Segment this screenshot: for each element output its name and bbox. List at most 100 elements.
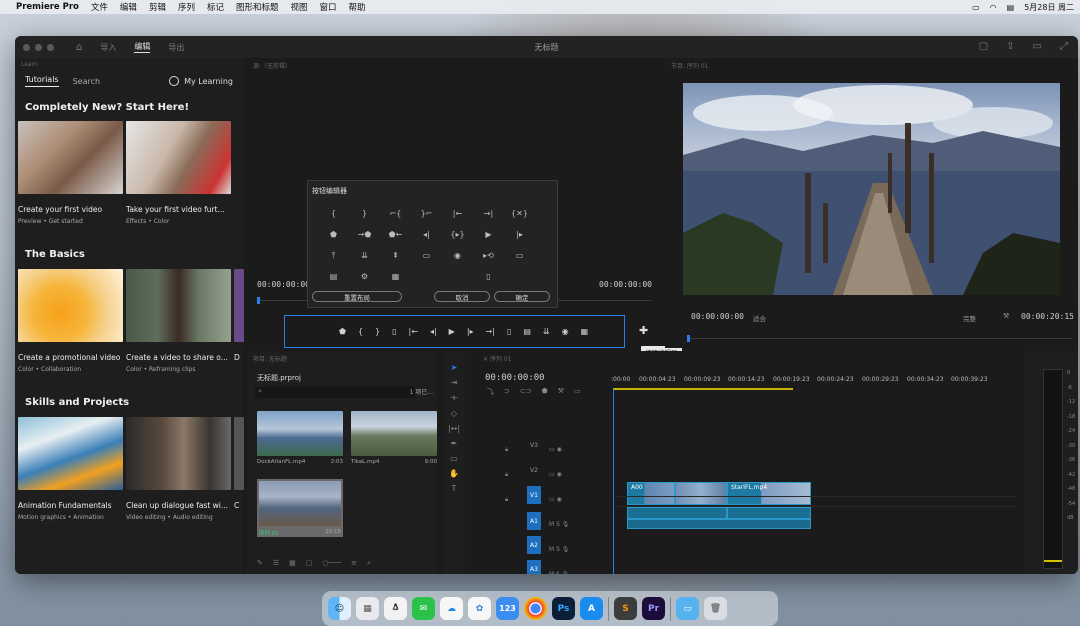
mute-solo-icons[interactable]: M S 🎙︎ [549,537,569,562]
step-back-icon[interactable]: ◂| [411,224,442,245]
track-target-v2[interactable]: V2 [527,461,541,479]
loop-icon[interactable]: ▸⟲ [473,245,504,266]
timeline-timecode[interactable]: 00:00:00:00 [485,373,545,383]
list-view-icon[interactable]: ☰ [273,559,279,568]
ripple-edit-tool-icon[interactable]: ⟛ [450,393,457,403]
trash-icon[interactable]: 🗑︎ [704,597,727,620]
track-target-a3[interactable]: A3 [527,560,541,574]
lock-icon[interactable]: 🔒︎ [505,462,508,487]
clear-out-icon[interactable]: }⌐ [411,203,442,224]
reset-layout-button[interactable]: 重置布局 [312,291,402,302]
ok-button[interactable]: 确定 [494,291,550,302]
playback-resolution-select[interactable]: 完整 [963,313,976,323]
zoom-window-button[interactable] [47,43,54,51]
share-icon[interactable]: ⇪ [1006,41,1014,52]
audio-clip[interactable] [627,507,727,519]
drag-video-icon[interactable]: ▤ [318,266,349,287]
track-target-v1[interactable]: V1 [527,486,541,504]
menu-view[interactable]: 视图 [291,1,308,13]
wifi-icon[interactable]: ◠ [990,3,997,12]
finder-icon[interactable]: ☺ [328,597,351,620]
menu-graphics[interactable]: 图形和标题 [236,1,279,13]
track-select-tool-icon[interactable]: ⇥ [451,378,458,387]
insert-nest-icon[interactable]: ⤵ [487,387,494,397]
chrome-icon[interactable] [524,597,547,620]
button-editor-plus-icon[interactable]: ✚ [639,324,648,337]
menu-help[interactable]: 帮助 [349,1,366,13]
program-scrubber[interactable] [687,335,1072,342]
lock-icon[interactable]: 🔒︎ [505,487,508,512]
snap-icon[interactable]: ⊃ [504,387,510,397]
tab-import[interactable]: 导入 [100,42,116,53]
close-icon[interactable]: ✕ [483,356,490,363]
project-item[interactable]: TikaL.mp4 9:00 [351,411,437,473]
program-monitor-tab[interactable]: 节目: 序列 01 [665,58,1078,70]
battery-icon[interactable]: ▭ [972,3,980,12]
selection-tool-icon[interactable]: ➤ [451,363,458,372]
menu-file[interactable]: 文件 [91,1,108,13]
premiere-icon[interactable]: Pr [642,597,665,620]
cancel-button[interactable]: 取消 [434,291,490,302]
tutorial-card[interactable]: Animation Fundamentals Motion graphics •… [18,417,123,521]
video-clip[interactable]: A00 [627,482,675,505]
go-to-out-icon[interactable]: →| [486,327,495,336]
playhead[interactable] [613,389,614,574]
photoshop-icon[interactable]: Ps [552,597,575,620]
fullscreen-icon[interactable]: ⤢ [1060,41,1068,52]
rectangle-tool-icon[interactable]: ▭ [450,454,458,463]
razor-tool-icon[interactable]: ◇ [451,409,457,418]
my-learning-button[interactable]: My Learning [169,76,233,86]
add-marker-icon[interactable]: ⬟ [318,224,349,245]
time-ruler[interactable]: :00:00 00:00:04:23 00:00:09:23 00:00:14:… [611,376,1010,396]
source-timecode[interactable]: 00:00:00:00 [257,280,310,289]
audio-clip[interactable] [627,519,811,529]
lock-icon[interactable]: 🔒︎ [505,437,508,462]
menubar-datetime[interactable]: 5月28日 周二 [1024,2,1074,13]
workspaces-icon[interactable]: ▢ [979,41,988,52]
eye-icon[interactable]: ▭ ◉ [549,437,569,462]
wechat-icon[interactable]: ✉ [412,597,435,620]
timeline-tab[interactable]: 序列 01 [490,356,512,363]
tutorial-card[interactable]: Create a video to share o... Color • Ref… [126,269,231,373]
project-panel-tab[interactable]: 项目: 无标题 [247,351,437,363]
app-123-icon[interactable]: 123 [496,597,519,620]
work-area-bar[interactable] [613,388,793,390]
menu-edit[interactable]: 编辑 [120,1,137,13]
app-store-icon[interactable]: A [580,597,603,620]
spacer-icon[interactable]: ▯ [473,266,504,287]
go-to-out-icon[interactable]: →| [473,203,504,224]
track-target-a1[interactable]: A1 [527,512,541,530]
track-target-v3[interactable]: V3 [527,436,541,454]
menu-window[interactable]: 窗口 [320,1,337,13]
overwrite-icon[interactable]: ⇊ [543,327,550,336]
wrench-icon[interactable]: ⚒ [1003,312,1009,320]
multicam-icon[interactable]: ▦ [581,327,589,336]
slip-tool-icon[interactable]: |↔| [448,424,460,433]
project-search-input[interactable]: ⌕ [255,387,415,398]
track-target-a2[interactable]: A2 [527,536,541,554]
sort-icon[interactable]: ≡ [351,559,357,568]
sublime-icon[interactable]: S [614,597,637,620]
mute-solo-icons[interactable]: M S 🎙︎ [549,562,569,574]
prev-marker-icon[interactable]: ⬟← [380,224,411,245]
clear-in-out-icon[interactable]: {✕} [504,203,535,224]
drive-icon[interactable]: ✿ [468,597,491,620]
drag-video-icon[interactable]: ▤ [523,327,531,336]
lift-icon[interactable]: ⇞ [380,245,411,266]
progress-icon[interactable]: ▭ [1033,41,1042,52]
mark-out-icon[interactable]: } [375,327,380,336]
multicam-icon[interactable]: ▦ [380,266,411,287]
qq-icon[interactable]: 🐧︎ [384,597,407,620]
tab-edit[interactable]: 编辑 [134,41,151,53]
export-frame-icon[interactable]: ◉ [442,245,473,266]
captions-icon[interactable]: ▭ [574,387,581,397]
tutorial-card[interactable]: C [234,417,244,521]
insert-icon[interactable]: ⤒ [318,245,349,266]
settings-icon[interactable]: ⚙ [349,266,380,287]
step-forward-icon[interactable]: |▸ [467,327,474,336]
add-marker-icon[interactable]: ⬟ [542,387,548,397]
mark-in-icon[interactable]: { [318,203,349,224]
video-clip[interactable]: StarlFL.mp4 [727,482,811,505]
linked-selection-icon[interactable]: ⊂⊃ [520,387,532,397]
zoom-slider[interactable]: ○─── [322,559,341,568]
